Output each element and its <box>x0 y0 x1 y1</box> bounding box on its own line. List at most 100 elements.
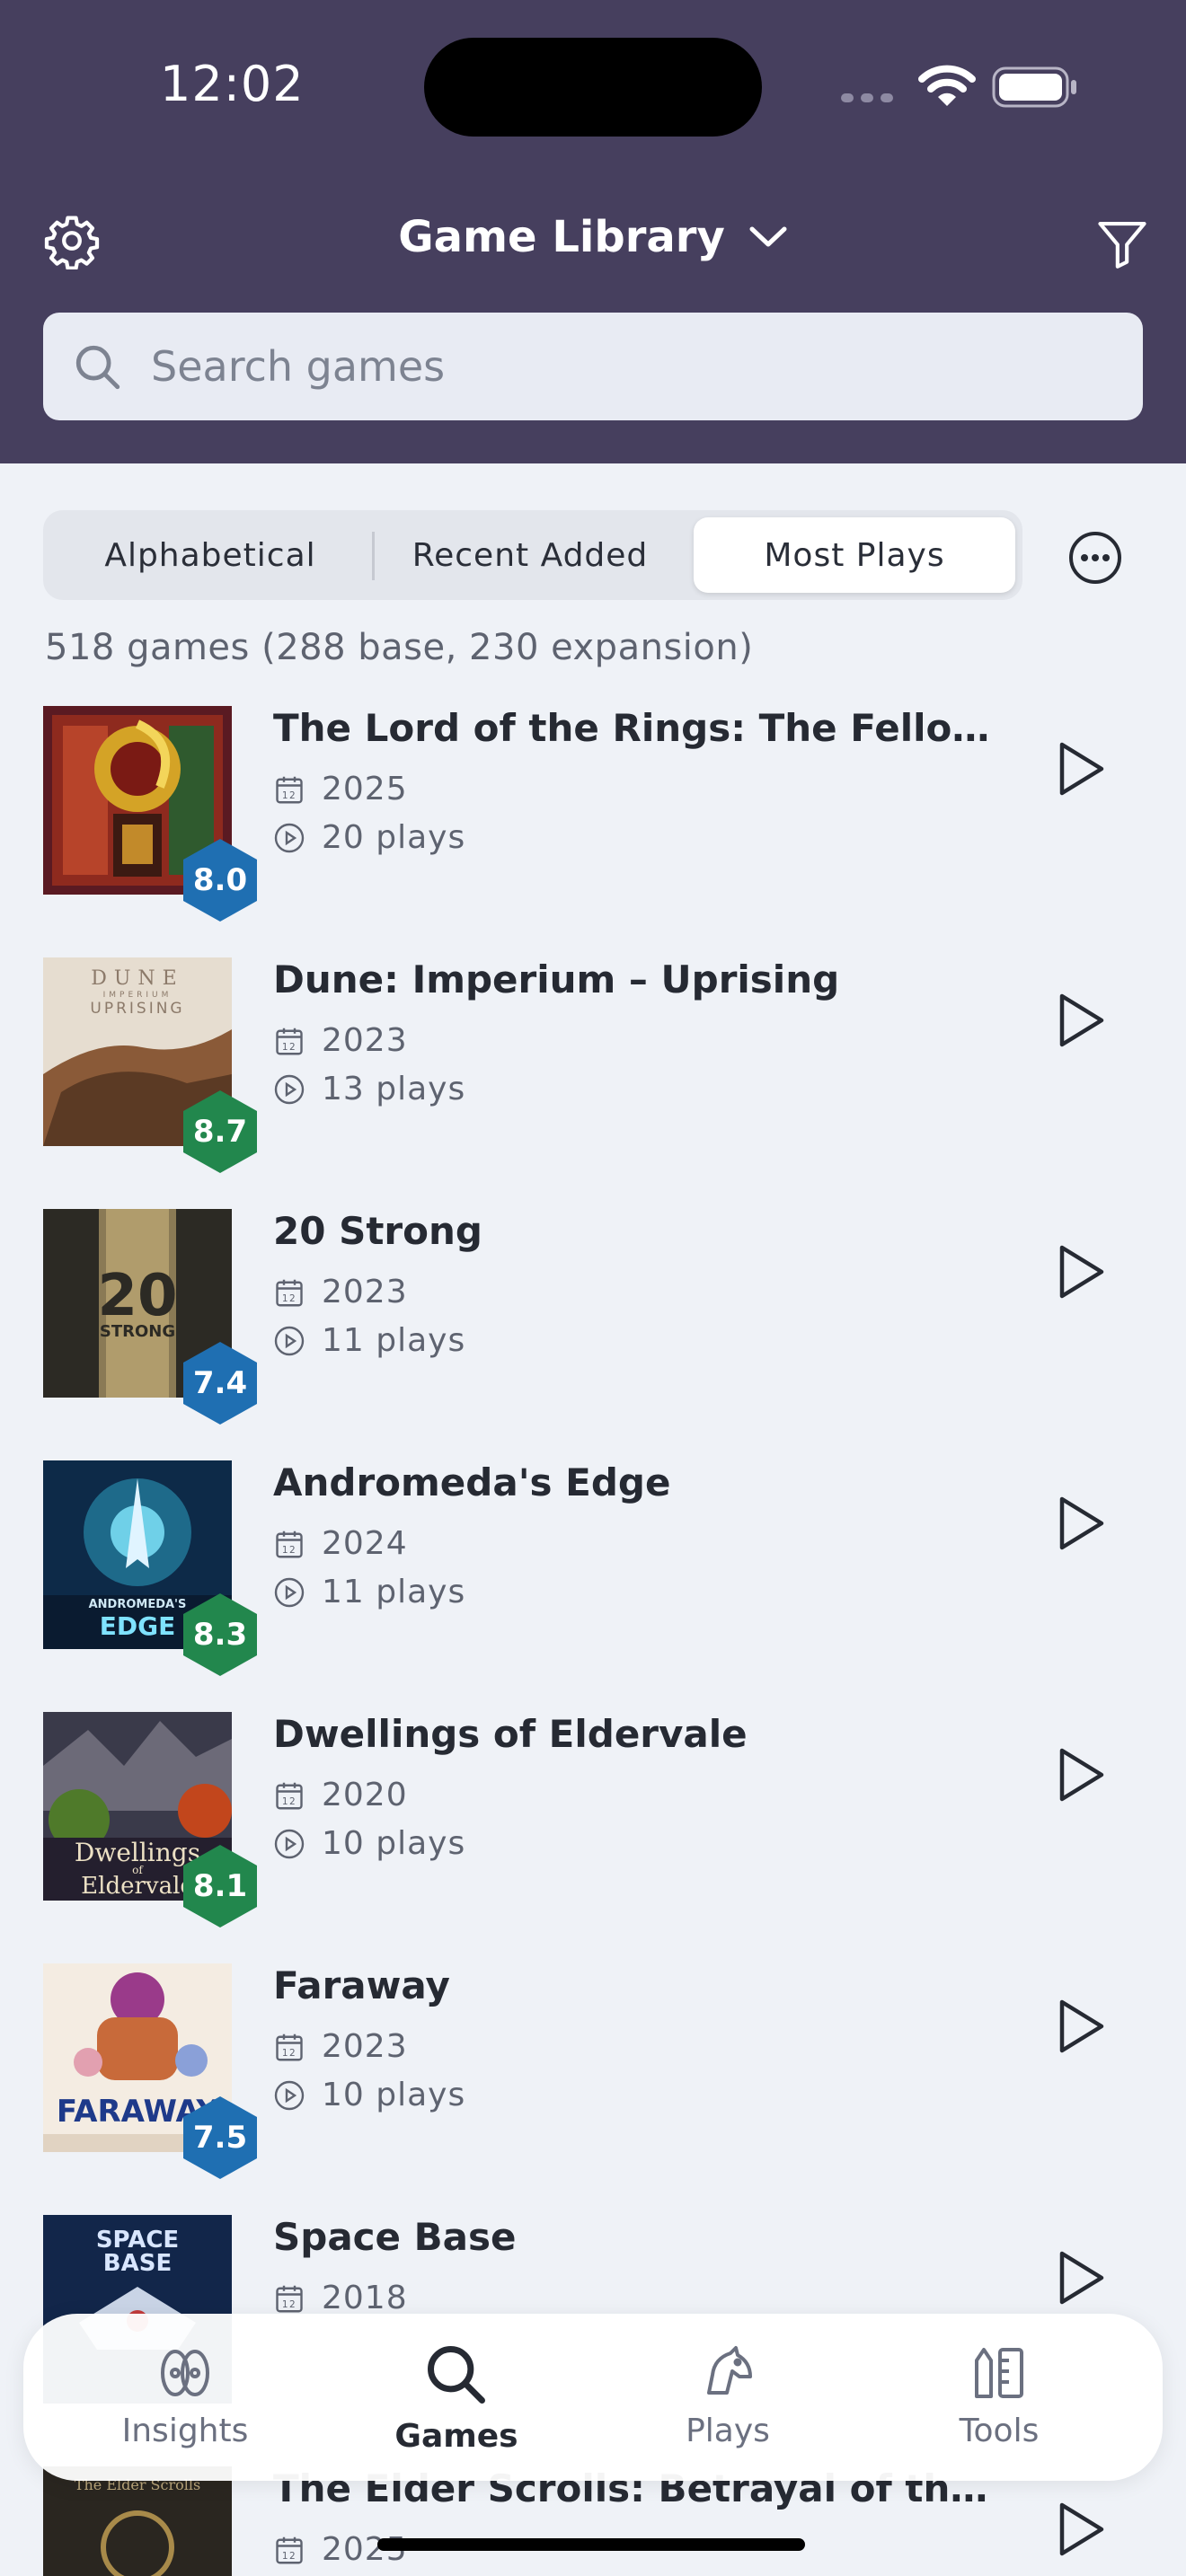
cover-text: STRONG <box>100 1322 175 1341</box>
game-row[interactable]: 8.0 The Lord of the Rings: The Fellowshi… <box>0 706 1186 957</box>
chevron-down-icon <box>749 226 787 247</box>
cover-text: 20 <box>97 1263 177 1329</box>
search-input[interactable] <box>151 336 1103 397</box>
tab-label: Plays <box>686 2413 770 2449</box>
game-title: Andromeda's Edge <box>273 1460 671 1504</box>
plays-text: 10 plays <box>322 1825 466 1862</box>
year-text: 2020 <box>322 1777 408 1813</box>
play-circle-icon <box>274 1326 305 1355</box>
plays-text: 20 plays <box>322 819 466 856</box>
year-text: 2025 <box>322 771 408 807</box>
cellular-signal-icon <box>841 93 893 102</box>
game-title: Dune: Imperium – Uprising <box>273 957 840 1001</box>
tab-label: Insights <box>121 2413 249 2449</box>
sort-option-alphabetical[interactable]: Alphabetical <box>50 517 370 593</box>
game-year: 12 2025 <box>273 771 408 807</box>
calendar-icon: 12 <box>276 2285 303 2312</box>
plays-text: 11 plays <box>322 1322 466 1359</box>
calendar-icon: 12 <box>276 1782 303 1809</box>
play-circle-icon <box>274 2080 305 2110</box>
svg-text:12: 12 <box>282 2047 296 2058</box>
svg-text:12: 12 <box>282 1292 296 1303</box>
game-title: The Lord of the Rings: The Fellowship … <box>273 706 1010 750</box>
calendar-icon: 12 <box>276 1028 303 1054</box>
game-row[interactable]: FARAWAY 7.5 Faraway 12 2023 10 plays <box>0 1963 1186 2215</box>
game-cover: The Elder Scrolls <box>43 2466 232 2576</box>
plays-text: 10 plays <box>322 2077 466 2113</box>
sort-option-recent-added[interactable]: Recent Added <box>370 517 690 593</box>
home-indicator <box>377 2538 805 2551</box>
log-play-icon[interactable] <box>1057 992 1107 1049</box>
plays-text: 13 plays <box>322 1071 466 1107</box>
game-title: Faraway <box>273 1963 450 2007</box>
tab-games[interactable]: Games <box>349 2341 564 2455</box>
play-circle-icon <box>274 1074 305 1104</box>
filter-icon[interactable] <box>1094 216 1150 271</box>
svg-text:12: 12 <box>282 790 296 800</box>
insights-icon <box>161 2350 209 2396</box>
game-plays: 10 plays <box>273 1825 465 1862</box>
svg-text:12: 12 <box>282 1544 296 1555</box>
game-title: Dwellings of Eldervale <box>273 1712 748 1756</box>
header: 12:02 Game Library <box>0 0 1186 463</box>
log-play-icon[interactable] <box>1057 1243 1107 1301</box>
tab-tools[interactable]: Tools <box>891 2341 1107 2449</box>
page-title: Game Library <box>398 212 725 262</box>
svg-text:12: 12 <box>282 1795 296 1806</box>
horse-icon <box>707 2346 752 2395</box>
calendar-icon: 12 <box>276 2033 303 2060</box>
calendar-icon: 12 <box>276 2536 303 2563</box>
game-row[interactable]: 20 STRONG 7.4 20 Strong 12 2023 11 plays <box>0 1209 1186 1460</box>
cover-text: DUNE <box>91 967 184 990</box>
log-play-icon[interactable] <box>1057 1495 1107 1552</box>
cover-text: EDGE <box>100 1611 175 1641</box>
svg-text:12: 12 <box>282 2550 296 2561</box>
library-summary: 518 games (288 base, 230 expansion) <box>45 627 754 668</box>
game-plays: 11 plays <box>273 1322 465 1359</box>
game-row[interactable]: DUNE IMPERIUM UPRISING 8.7 Dune: Imperiu… <box>0 957 1186 1209</box>
game-plays: 10 plays <box>273 2077 465 2113</box>
dynamic-island <box>424 38 762 137</box>
game-year: 12 2018 <box>273 2280 408 2316</box>
game-year: 12 2023 <box>273 1274 408 1310</box>
game-row[interactable]: Dwellings of Eldervale 8.1 Dwellings of … <box>0 1712 1186 1963</box>
tab-insights[interactable]: Insights <box>77 2341 293 2449</box>
more-options-icon[interactable] <box>1067 530 1123 586</box>
log-play-icon[interactable] <box>1057 740 1107 798</box>
log-play-icon[interactable] <box>1057 1998 1107 2055</box>
calendar-icon: 12 <box>276 1531 303 1557</box>
game-year: 12 2023 <box>273 1022 408 1059</box>
log-play-icon[interactable] <box>1057 2249 1107 2307</box>
game-year: 12 2020 <box>273 1777 408 1813</box>
game-plays: 11 plays <box>273 1574 465 1610</box>
tab-plays[interactable]: Plays <box>620 2341 836 2449</box>
game-plays: 20 plays <box>273 819 465 856</box>
sort-segmented-control: Alphabetical Recent Added Most Plays <box>43 510 1022 600</box>
game-title: 20 Strong <box>273 1209 482 1253</box>
year-text: 2023 <box>322 1274 408 1310</box>
play-circle-icon <box>274 823 305 852</box>
year-text: 2018 <box>322 2280 408 2316</box>
plays-text: 11 plays <box>322 1574 466 1610</box>
game-row[interactable]: ANDROMEDA'S EDGE 8.3 Andromeda's Edge 12… <box>0 1460 1186 1712</box>
year-text: 2023 <box>322 2028 408 2065</box>
svg-text:12: 12 <box>282 1041 296 1052</box>
cover-text: ANDROMEDA'S <box>89 1598 187 1611</box>
calendar-icon: 12 <box>276 1279 303 1306</box>
game-plays: 13 plays <box>273 1071 465 1107</box>
log-play-icon[interactable] <box>1057 2501 1107 2558</box>
log-play-icon[interactable] <box>1057 1746 1107 1804</box>
cover-text: Eldervale <box>81 1873 194 1900</box>
wifi-icon <box>918 65 976 106</box>
library-selector[interactable]: Game Library <box>0 212 1186 262</box>
game-row[interactable]: The Elder Scrolls The Elder Scrolls: Bet… <box>0 2466 1186 2576</box>
play-circle-icon <box>274 1577 305 1607</box>
sort-option-most-plays[interactable]: Most Plays <box>694 517 1015 593</box>
battery-icon <box>992 66 1076 108</box>
search-icon <box>75 345 120 390</box>
play-circle-icon <box>274 1829 305 1858</box>
search-icon <box>428 2346 485 2404</box>
search-bar[interactable] <box>43 313 1143 420</box>
cover-text: UPRISING <box>90 1000 184 1018</box>
cover-text: BASE <box>103 2250 172 2277</box>
